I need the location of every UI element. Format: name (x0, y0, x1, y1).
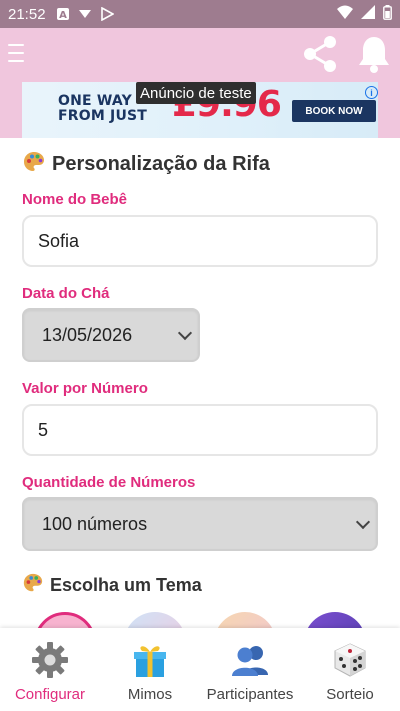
quantity-value: 100 números (42, 513, 148, 534)
nav-label: Sorteio (326, 686, 374, 703)
section-title: Personalização da Rifa (22, 150, 378, 178)
dice-icon (330, 640, 370, 680)
quantity-label: Quantidade de Números (22, 474, 196, 491)
baby-name-input[interactable]: Sofia (22, 215, 378, 267)
play-store-icon (100, 7, 114, 21)
gear-icon (30, 640, 70, 680)
users-icon (230, 640, 270, 680)
ad-book-now-button[interactable]: BOOK NOW (292, 100, 376, 122)
theme-title: Escolha um Tema (22, 572, 202, 598)
palette-icon (22, 572, 44, 598)
status-bar: 21:52 A (0, 0, 400, 28)
wifi-icon (337, 5, 353, 23)
nav-item-mimos[interactable]: Mimos (100, 628, 200, 711)
signal-icon (361, 5, 375, 23)
nav-label: Participantes (206, 686, 294, 703)
battery-icon (383, 4, 392, 24)
menu-icon[interactable] (8, 44, 24, 62)
nav-item-configurar[interactable]: Configurar (0, 628, 100, 711)
baby-name-label: Nome do Bebê (22, 191, 128, 208)
date-picker[interactable]: 13/05/2026 (22, 308, 200, 362)
chevron-down-icon (355, 514, 371, 530)
svg-text:A: A (59, 10, 67, 21)
ad-headline: ONE WAY FROM JUST (58, 93, 148, 124)
date-label: Data do Chá (22, 285, 110, 302)
status-time: 21:52 (8, 5, 46, 23)
date-value: 13/05/2026 (42, 324, 133, 345)
quantity-select[interactable]: 100 números (22, 497, 378, 551)
share-icon[interactable] (300, 34, 340, 74)
nav-item-sorteio[interactable]: Sorteio (300, 628, 400, 711)
notification-a-icon: A (56, 7, 70, 21)
bottom-nav: Configurar Mimos Participantes Sorteio (0, 628, 400, 711)
ad-info-icon[interactable]: i (365, 86, 378, 99)
price-input[interactable]: 5 (22, 404, 378, 456)
gift-icon (130, 640, 170, 680)
form-header: Personalização da Rifa (22, 150, 378, 178)
ad-test-label: Anúncio de teste (136, 82, 256, 104)
nav-item-participantes[interactable]: Participantes (200, 628, 300, 711)
nav-label: Mimos (127, 686, 173, 703)
chevron-down-icon (177, 325, 193, 341)
palette-icon (22, 150, 46, 178)
bell-icon[interactable] (356, 34, 392, 74)
download-arrow-icon (78, 8, 92, 20)
nav-label: Configurar (14, 686, 86, 703)
price-label: Valor por Número (22, 380, 148, 397)
